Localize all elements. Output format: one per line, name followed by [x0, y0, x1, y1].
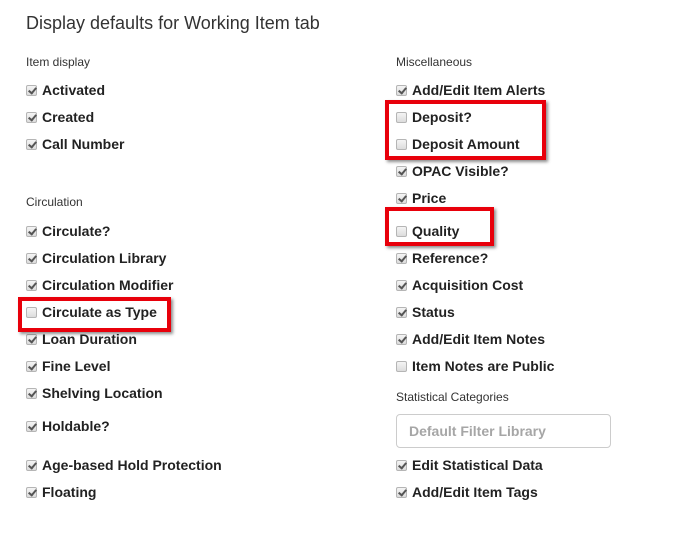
checkbox[interactable] [26, 138, 37, 150]
checkbox-label: Created [42, 109, 95, 125]
checkbox-label: Circulation Library [42, 250, 167, 266]
checkbox[interactable] [26, 360, 37, 372]
checkbox[interactable] [26, 486, 37, 498]
checkbox[interactable] [396, 165, 407, 177]
checkbox-row-circulate[interactable]: Circulate? [26, 222, 110, 240]
highlight-box-deposit [385, 100, 546, 160]
checkbox-label: Loan Duration [42, 331, 137, 347]
highlight-box-quality [385, 207, 494, 246]
checkbox-row-status[interactable]: Status [396, 303, 455, 321]
circulation-heading: Circulation [26, 195, 83, 209]
checkbox[interactable] [26, 252, 37, 264]
checkbox[interactable] [26, 387, 37, 399]
checkbox-row-edit-statistical-data[interactable]: Edit Statistical Data [396, 456, 543, 474]
checkbox[interactable] [396, 360, 407, 372]
checkbox-row-fine-level[interactable]: Fine Level [26, 357, 110, 375]
checkbox-row-holdable[interactable]: Holdable? [26, 417, 110, 435]
checkbox-label: Add/Edit Item Tags [412, 484, 538, 500]
checkbox[interactable] [396, 333, 407, 345]
checkbox-row-call-number[interactable]: Call Number [26, 135, 124, 153]
checkbox-label: Circulate? [42, 223, 111, 239]
checkbox-row-reference[interactable]: Reference? [396, 249, 488, 267]
checkbox[interactable] [26, 459, 37, 471]
checkbox-row-created[interactable]: Created [26, 108, 94, 126]
checkbox-label: Shelving Location [42, 385, 163, 401]
checkbox-row-add-edit-item-notes[interactable]: Add/Edit Item Notes [396, 330, 545, 348]
checkbox-label: Price [412, 190, 447, 206]
checkbox-label: Status [412, 304, 455, 320]
checkbox[interactable] [396, 306, 407, 318]
item-display-heading: Item display [26, 55, 91, 69]
checkbox-label: OPAC Visible? [412, 163, 509, 179]
statistical-categories-heading: Statistical Categories [396, 390, 509, 404]
checkbox[interactable] [26, 333, 37, 345]
checkbox-row-acquisition-cost[interactable]: Acquisition Cost [396, 276, 523, 294]
checkbox-row-opac-visible[interactable]: OPAC Visible? [396, 162, 509, 180]
default-filter-library-input[interactable] [396, 414, 611, 448]
checkbox[interactable] [396, 252, 407, 264]
checkbox-label: Add/Edit Item Notes [412, 331, 546, 347]
checkbox-label: Acquisition Cost [412, 277, 524, 293]
page-title: Display defaults for Working Item tab [26, 13, 320, 33]
checkbox[interactable] [396, 84, 407, 96]
checkbox-row-add-edit-item-alerts[interactable]: Add/Edit Item Alerts [396, 81, 545, 99]
checkbox-label: Age-based Hold Protection [42, 457, 222, 473]
checkbox-label: Activated [42, 82, 106, 98]
checkbox[interactable] [396, 192, 407, 204]
checkbox[interactable] [26, 84, 37, 96]
checkbox[interactable] [396, 459, 407, 471]
checkbox-row-activated[interactable]: Activated [26, 81, 105, 99]
checkbox-row-age-based-hold-protection[interactable]: Age-based Hold Protection [26, 456, 222, 474]
checkbox-row-floating[interactable]: Floating [26, 483, 96, 501]
checkbox-row-loan-duration[interactable]: Loan Duration [26, 330, 137, 348]
checkbox[interactable] [396, 279, 407, 291]
checkbox-row-circulation-library[interactable]: Circulation Library [26, 249, 166, 267]
checkbox[interactable] [26, 279, 37, 291]
checkbox-row-item-notes-are-public[interactable]: Item Notes are Public [396, 357, 554, 375]
checkbox-label: Item Notes are Public [412, 358, 555, 374]
checkbox-row-price[interactable]: Price [396, 189, 446, 207]
checkbox-label: Add/Edit Item Alerts [412, 82, 546, 98]
checkbox[interactable] [396, 486, 407, 498]
checkbox-label: Circulation Modifier [42, 277, 174, 293]
checkbox[interactable] [26, 420, 37, 432]
miscellaneous-heading: Miscellaneous [396, 55, 473, 69]
checkbox-row-add-edit-item-tags[interactable]: Add/Edit Item Tags [396, 483, 538, 501]
checkbox-label: Fine Level [42, 358, 111, 374]
checkbox-row-shelving-location[interactable]: Shelving Location [26, 384, 163, 402]
checkbox-label: Holdable? [42, 418, 110, 434]
checkbox-label: Reference? [412, 250, 489, 266]
checkbox[interactable] [26, 111, 37, 123]
checkbox[interactable] [26, 225, 37, 237]
checkbox-label: Floating [42, 484, 97, 500]
checkbox-label: Call Number [42, 136, 125, 152]
checkbox-label: Edit Statistical Data [412, 457, 543, 473]
checkbox-row-circulation-modifier[interactable]: Circulation Modifier [26, 276, 173, 294]
highlight-box-circulate-as-type [18, 297, 171, 332]
